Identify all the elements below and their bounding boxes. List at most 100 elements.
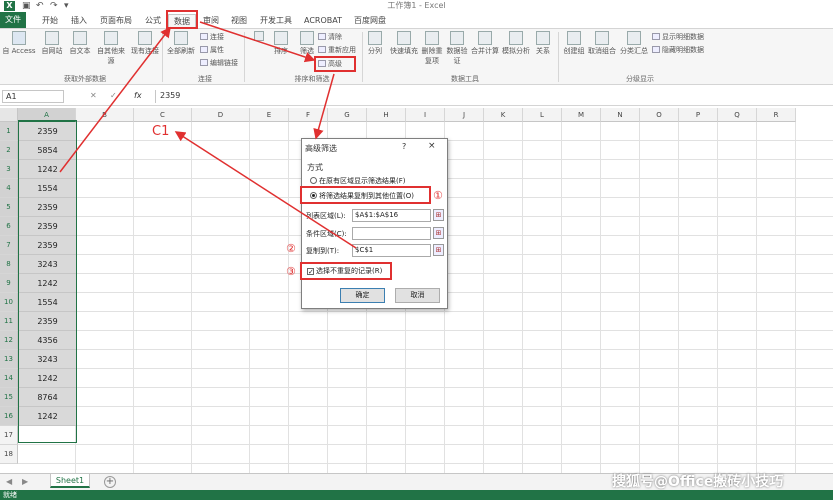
row-header[interactable]: 7: [0, 236, 18, 255]
column-header[interactable]: F: [289, 108, 328, 122]
column-header[interactable]: J: [445, 108, 484, 122]
row-header[interactable]: 6: [0, 217, 18, 236]
from-access-button[interactable]: 自 Access: [2, 31, 36, 69]
row-header[interactable]: 10: [0, 293, 18, 312]
row-header[interactable]: 15: [0, 388, 18, 407]
row-header[interactable]: 4: [0, 179, 18, 198]
column-header[interactable]: A: [18, 108, 76, 122]
range-picker-icon[interactable]: ⊞: [433, 244, 444, 256]
range-picker-icon[interactable]: ⊞: [433, 227, 444, 239]
cell-a15[interactable]: 8764: [19, 388, 76, 407]
cancel-entry-icon[interactable]: ✕: [90, 90, 97, 102]
select-all-corner[interactable]: [0, 108, 18, 122]
row-header[interactable]: 5: [0, 198, 18, 217]
row-header[interactable]: 9: [0, 274, 18, 293]
text-to-columns-button[interactable]: 分列: [364, 31, 386, 69]
sort-button[interactable]: 排序: [268, 31, 294, 69]
from-other-button[interactable]: 自其他来源: [94, 31, 128, 69]
cell-a6[interactable]: 2359: [19, 217, 76, 236]
column-header[interactable]: L: [523, 108, 562, 122]
insert-function-icon[interactable]: fx: [134, 90, 142, 102]
cell-a11[interactable]: 2359: [19, 312, 76, 331]
tab-view[interactable]: 视图: [226, 14, 252, 28]
tab-page-layout[interactable]: 页面布局: [96, 14, 136, 28]
cell-a13[interactable]: 3243: [19, 350, 76, 369]
remove-duplicates-button[interactable]: 删除重复项: [420, 31, 444, 69]
cell-a14[interactable]: 1242: [19, 369, 76, 388]
refresh-all-button[interactable]: 全部刷新: [165, 31, 197, 69]
tab-developer[interactable]: 开发工具: [256, 14, 296, 28]
tab-insert[interactable]: 插入: [66, 14, 92, 28]
ungroup-button[interactable]: 取消组合: [586, 31, 618, 69]
tab-acrobat[interactable]: ACROBAT: [300, 14, 346, 28]
tab-review[interactable]: 审阅: [198, 14, 224, 28]
tab-home[interactable]: 开始: [37, 14, 63, 28]
row-header[interactable]: 12: [0, 331, 18, 350]
column-header[interactable]: C: [134, 108, 192, 122]
tab-data[interactable]: 数据: [168, 14, 196, 28]
filter-in-place-radio[interactable]: 在原有区域显示筛选结果(F): [310, 176, 406, 186]
cell-a1[interactable]: 2359: [19, 122, 76, 141]
advanced-filter-button[interactable]: 高级: [318, 59, 342, 69]
cell-a4[interactable]: 1554: [19, 179, 76, 198]
name-box[interactable]: A1: [2, 90, 64, 103]
from-web-button[interactable]: 自网站: [38, 31, 66, 69]
tab-formulas[interactable]: 公式: [140, 14, 166, 28]
row-header[interactable]: 13: [0, 350, 18, 369]
relationships-button[interactable]: 关系: [532, 31, 554, 69]
cell-a16[interactable]: 1242: [19, 407, 76, 426]
edit-links-button[interactable]: 编辑链接: [200, 58, 238, 68]
column-header[interactable]: B: [76, 108, 134, 122]
next-sheet-icon[interactable]: ▶: [22, 477, 28, 486]
column-header[interactable]: M: [562, 108, 601, 122]
column-header[interactable]: P: [679, 108, 718, 122]
row-header[interactable]: 18: [0, 445, 18, 464]
column-header[interactable]: Q: [718, 108, 757, 122]
cell-a7[interactable]: 2359: [19, 236, 76, 255]
row-header[interactable]: 3: [0, 160, 18, 179]
connections-button[interactable]: 连接: [200, 32, 224, 42]
confirm-entry-icon[interactable]: ✓: [110, 90, 117, 102]
add-sheet-button[interactable]: +: [104, 476, 116, 488]
cancel-button[interactable]: 取消: [395, 288, 440, 303]
formula-input[interactable]: 2359: [155, 90, 831, 103]
list-range-input[interactable]: $A$1:$A$16: [352, 209, 431, 222]
sheet-tab-sheet1[interactable]: Sheet1: [50, 474, 90, 488]
cell-a3[interactable]: 1242: [19, 160, 76, 179]
consolidate-button[interactable]: 合并计算: [470, 31, 500, 69]
cell-a10[interactable]: 1554: [19, 293, 76, 312]
column-header[interactable]: R: [757, 108, 796, 122]
row-header[interactable]: 14: [0, 369, 18, 388]
row-header[interactable]: 11: [0, 312, 18, 331]
row-header[interactable]: 2: [0, 141, 18, 160]
criteria-range-input[interactable]: [352, 227, 431, 240]
prev-sheet-icon[interactable]: ◀: [6, 477, 12, 486]
clear-filter-button[interactable]: 清除: [318, 32, 342, 42]
tab-file[interactable]: 文件: [0, 12, 26, 28]
column-header[interactable]: N: [601, 108, 640, 122]
existing-connections-button[interactable]: 现有连接: [130, 31, 160, 69]
data-validation-button[interactable]: 数据验证: [444, 31, 470, 69]
copy-to-input[interactable]: $C$1: [352, 244, 431, 257]
hide-detail-button[interactable]: 隐藏明细数据: [652, 45, 704, 55]
cell-a5[interactable]: 2359: [19, 198, 76, 217]
copy-to-location-radio[interactable]: 将筛选结果复制到其他位置(O): [310, 191, 414, 201]
flash-fill-button[interactable]: 快速填充: [388, 31, 420, 69]
filter-button[interactable]: 筛选: [294, 31, 320, 69]
row-header[interactable]: 8: [0, 255, 18, 274]
tab-baidu[interactable]: 百度网盘: [350, 14, 390, 28]
row-header[interactable]: 1: [0, 122, 18, 141]
column-header[interactable]: I: [406, 108, 445, 122]
unique-records-checkbox[interactable]: ✓ 选择不重复的记录(R): [307, 266, 382, 276]
what-if-button[interactable]: 模拟分析: [500, 31, 532, 69]
cell-a2[interactable]: 5854: [19, 141, 76, 160]
subtotal-button[interactable]: 分类汇总: [618, 31, 650, 69]
column-header[interactable]: G: [328, 108, 367, 122]
cell-a9[interactable]: 1242: [19, 274, 76, 293]
from-text-button[interactable]: 自文本: [66, 31, 94, 69]
column-header[interactable]: H: [367, 108, 406, 122]
reapply-filter-button[interactable]: 重新应用: [318, 45, 356, 55]
group-button[interactable]: 创建组: [560, 31, 588, 69]
column-header[interactable]: O: [640, 108, 679, 122]
properties-button[interactable]: 属性: [200, 45, 224, 55]
